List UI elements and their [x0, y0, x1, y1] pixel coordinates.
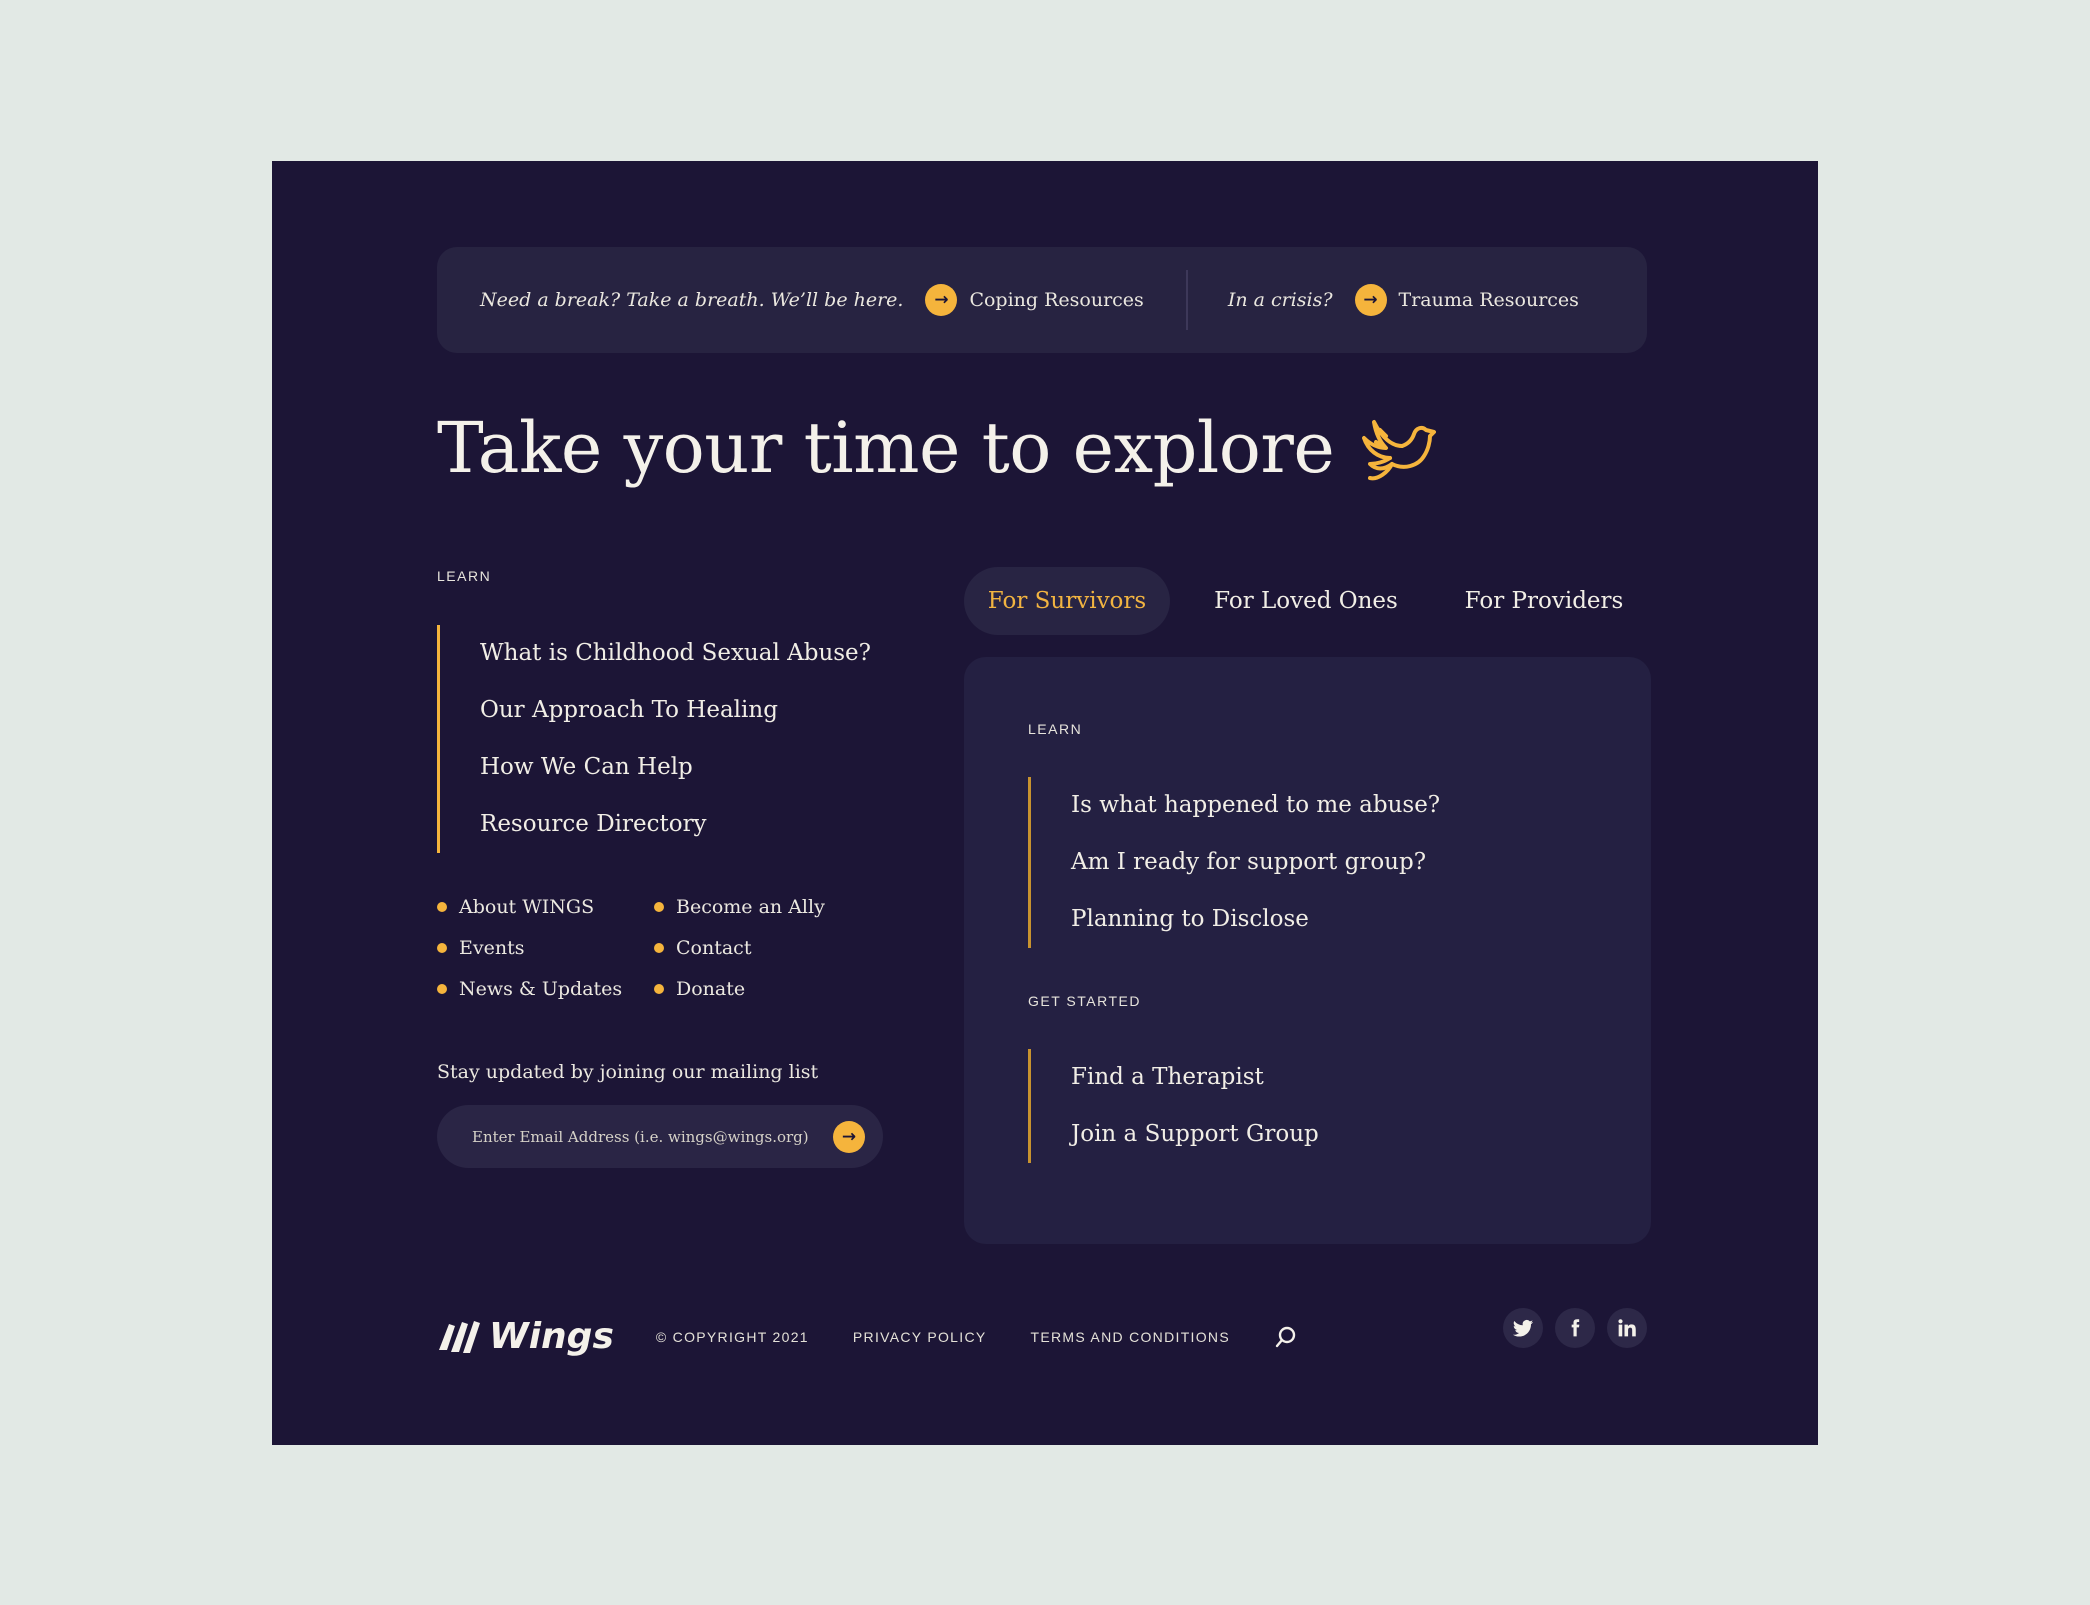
- search-icon[interactable]: [1274, 1325, 1298, 1349]
- card-learn-links: Is what happened to me abuse? Am I ready…: [1028, 777, 1571, 948]
- email-input[interactable]: [470, 1126, 833, 1147]
- twitter-icon[interactable]: [1503, 1308, 1543, 1348]
- card-learn-heading: LEARN: [1028, 721, 1083, 737]
- support-banner: Need a break? Take a breath. We’ll be he…: [437, 247, 1647, 353]
- submit-email-button[interactable]: →: [833, 1120, 865, 1153]
- learn-heading: LEARN: [437, 568, 492, 584]
- brand-name: Wings: [489, 1316, 614, 1357]
- wings-logo[interactable]: Wings: [437, 1316, 614, 1357]
- learn-link[interactable]: Our Approach To Healing: [480, 682, 900, 739]
- audience-tabs: For Survivors For Loved Ones For Provide…: [964, 567, 1646, 635]
- crisis-text: In a crisis?: [1227, 289, 1333, 311]
- events-link[interactable]: Events: [437, 927, 654, 968]
- page-title: Take your time to explore: [437, 407, 1437, 489]
- dove-icon: [1362, 420, 1437, 481]
- tab-for-providers[interactable]: For Providers: [1442, 567, 1646, 635]
- card-learn-link[interactable]: Planning to Disclose: [1071, 891, 1571, 948]
- footer-panel: Need a break? Take a breath. We’ll be he…: [272, 161, 1818, 1445]
- donate-link[interactable]: Donate: [654, 968, 874, 1009]
- footer-bar: Wings © COPYRIGHT 2021 PRIVACY POLICY TE…: [437, 1316, 1298, 1357]
- mailing-list-form: →: [437, 1105, 883, 1168]
- tab-for-loved-ones[interactable]: For Loved Ones: [1170, 567, 1442, 635]
- tab-content-card: LEARN Is what happened to me abuse? Am I…: [964, 657, 1651, 1244]
- page-title-text: Take your time to explore: [437, 407, 1335, 489]
- banner-tagline: Need a break? Take a breath. We’ll be he…: [480, 289, 904, 311]
- learn-links: What is Childhood Sexual Abuse? Our Appr…: [437, 625, 900, 853]
- get-started-link[interactable]: Find a Therapist: [1071, 1049, 1571, 1106]
- coping-resources-label: Coping Resources: [969, 289, 1144, 311]
- learn-link[interactable]: How We Can Help: [480, 739, 900, 796]
- card-learn-link[interactable]: Is what happened to me abuse?: [1071, 777, 1571, 834]
- facebook-icon[interactable]: [1555, 1308, 1595, 1348]
- arrow-right-icon: →: [925, 284, 958, 316]
- terms-link[interactable]: TERMS AND CONDITIONS: [1031, 1329, 1230, 1345]
- coping-resources-link[interactable]: → Coping Resources: [925, 284, 1144, 316]
- privacy-policy-link[interactable]: PRIVACY POLICY: [853, 1329, 987, 1345]
- wings-logo-icon: [439, 1320, 480, 1353]
- learn-link[interactable]: Resource Directory: [480, 796, 900, 853]
- secondary-links: About WINGS Become an Ally Events Contac…: [437, 886, 877, 1009]
- about-wings-link[interactable]: About WINGS: [437, 886, 654, 927]
- social-links: [1503, 1308, 1647, 1348]
- card-learn-link[interactable]: Am I ready for support group?: [1071, 834, 1571, 891]
- get-started-heading: GET STARTED: [1028, 993, 1141, 1009]
- contact-link[interactable]: Contact: [654, 927, 874, 968]
- learn-link[interactable]: What is Childhood Sexual Abuse?: [480, 625, 900, 682]
- become-ally-link[interactable]: Become an Ally: [654, 886, 874, 927]
- banner-divider: [1185, 270, 1188, 330]
- get-started-links: Find a Therapist Join a Support Group: [1028, 1049, 1571, 1163]
- linkedin-icon[interactable]: [1607, 1308, 1647, 1348]
- trauma-resources-link[interactable]: → Trauma Resources: [1354, 284, 1579, 316]
- copyright-text: © COPYRIGHT 2021: [655, 1328, 809, 1345]
- tab-for-survivors[interactable]: For Survivors: [964, 567, 1170, 635]
- arrow-right-icon: →: [1354, 284, 1387, 316]
- get-started-link[interactable]: Join a Support Group: [1071, 1106, 1571, 1163]
- mailing-list-label: Stay updated by joining our mailing list: [437, 1061, 819, 1083]
- trauma-resources-label: Trauma Resources: [1398, 289, 1579, 311]
- news-updates-link[interactable]: News & Updates: [437, 968, 654, 1009]
